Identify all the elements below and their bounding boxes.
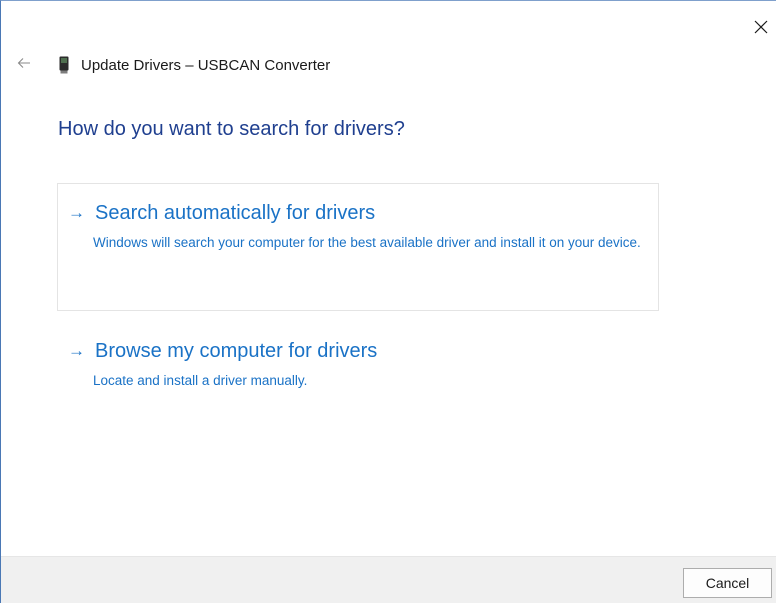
dialog-footer: Cancel [1, 556, 776, 603]
option-title-row: → Search automatically for drivers [68, 202, 658, 224]
close-icon [754, 20, 768, 34]
option-description: Locate and install a driver manually. [93, 373, 308, 388]
cancel-button[interactable]: Cancel [683, 568, 772, 598]
arrow-right-icon: → [68, 341, 85, 360]
update-drivers-window: Update Drivers – USBCAN Converter How do… [0, 0, 776, 603]
option-description: Windows will search your computer for th… [93, 235, 641, 250]
browse-computer-option[interactable]: → Browse my computer for drivers Locate … [57, 321, 659, 431]
option-title-row: → Browse my computer for drivers [68, 340, 658, 362]
window-title: Update Drivers – USBCAN Converter [81, 56, 331, 74]
usb-device-icon [59, 56, 69, 74]
option-title: Browse my computer for drivers [95, 340, 378, 362]
back-button[interactable] [14, 53, 34, 73]
close-button[interactable] [746, 13, 776, 41]
window-title-bar: Update Drivers – USBCAN Converter [59, 56, 330, 74]
search-automatically-option[interactable]: → Search automatically for drivers Windo… [57, 183, 659, 311]
page-heading: How do you want to search for drivers? [58, 118, 405, 140]
option-title: Search automatically for drivers [95, 202, 376, 224]
arrow-right-icon: → [68, 203, 85, 222]
back-arrow-icon [17, 58, 30, 68]
